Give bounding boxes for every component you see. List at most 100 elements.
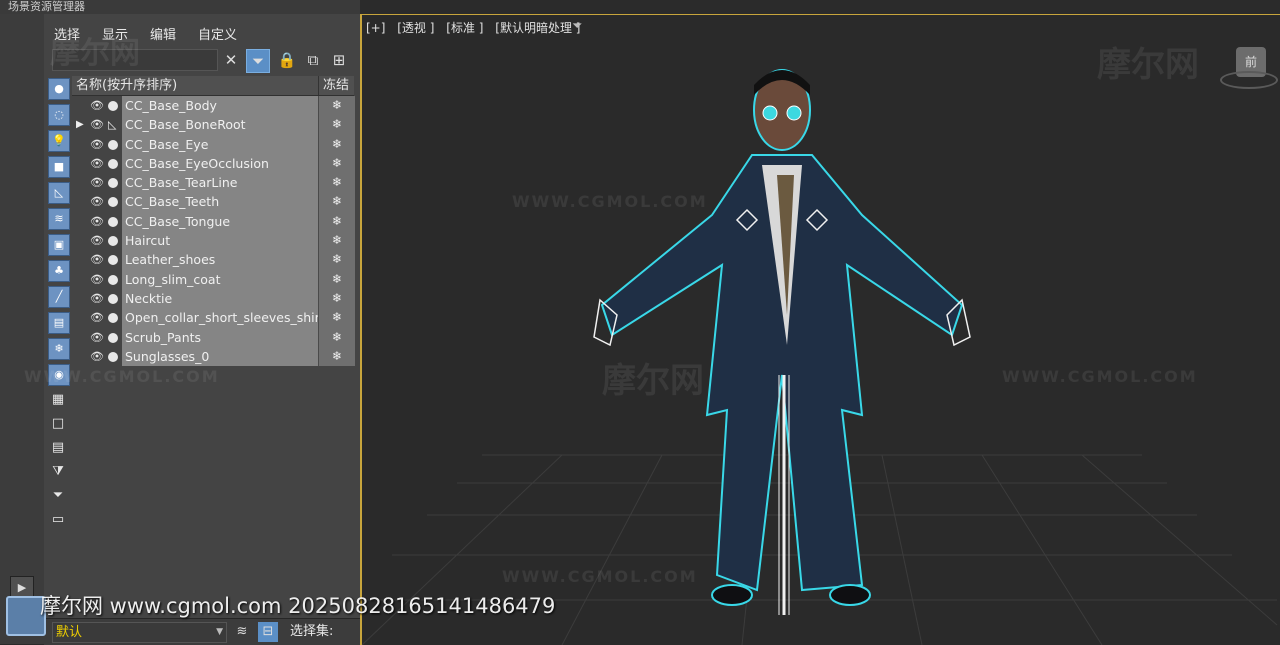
renderable-icon[interactable] xyxy=(108,351,118,362)
filter-icon[interactable]: ⏷ xyxy=(48,486,68,506)
watermark-cn: 摩尔网 xyxy=(50,36,140,71)
list-item[interactable]: 👁 CC_Base_TearLine ❄ xyxy=(72,173,355,193)
visibility-eye-icon[interactable]: 👁 xyxy=(90,135,104,154)
filter-settings-icon[interactable]: ⧩ xyxy=(48,462,68,482)
bones-filter-icon[interactable]: ╱ xyxy=(48,286,70,308)
freeze-column-header[interactable]: 冻结 xyxy=(318,76,349,95)
renderable-icon[interactable] xyxy=(108,178,118,189)
bone-icon[interactable]: ◺ xyxy=(108,115,118,131)
visibility-eye-icon[interactable]: 👁 xyxy=(90,192,104,211)
viewcube-compass-ring[interactable] xyxy=(1220,71,1278,89)
list-item[interactable]: 👁 Long_slim_coat ❄ xyxy=(72,269,355,289)
list-header: 名称(按升序排序) 冻结 xyxy=(72,76,354,96)
viewport-view-label[interactable]: [透视 ] xyxy=(397,21,434,35)
visibility-eye-icon[interactable]: 👁 xyxy=(90,347,104,366)
clear-search-icon[interactable]: ✕ xyxy=(220,49,242,71)
visibility-eye-icon[interactable]: 👁 xyxy=(90,96,104,115)
menu-customize[interactable]: 自定义 xyxy=(198,24,237,44)
shapes-filter-icon[interactable]: ◌ xyxy=(48,104,70,126)
viewport-filter-icon[interactable]: ⏷ xyxy=(572,19,582,34)
list-item[interactable]: 👁 Necktie ❄ xyxy=(72,288,355,309)
explorer-title: 场景资源管理器 xyxy=(8,0,85,13)
tag-icon[interactable]: ▭ xyxy=(48,510,68,530)
freeze-icon[interactable]: ❄ xyxy=(318,115,355,135)
menu-edit[interactable]: 编辑 xyxy=(150,24,176,44)
list-item[interactable]: 👁 CC_Base_EyeOcclusion ❄ xyxy=(72,153,355,174)
hierarchy-icon[interactable]: ⧉ xyxy=(302,49,324,71)
viewport-menu-plus[interactable]: [+] xyxy=(366,21,385,35)
renderable-icon[interactable] xyxy=(108,255,118,266)
freeze-icon[interactable]: ❄ xyxy=(318,96,355,116)
helpers-filter-icon[interactable]: ◺ xyxy=(48,182,70,204)
filter-toggle-icon[interactable]: ⏷ xyxy=(246,49,270,73)
visibility-eye-icon[interactable]: 👁 xyxy=(90,328,104,347)
visibility-eye-icon[interactable]: 👁 xyxy=(90,289,104,308)
display-all-icon[interactable]: ▦ xyxy=(48,390,68,410)
display-none-icon[interactable]: □ xyxy=(48,414,68,434)
xrefs-filter-icon[interactable]: ♣ xyxy=(48,260,70,282)
watermark-en: WWW.CGMOL.COM xyxy=(1002,367,1198,386)
freeze-icon[interactable]: ❄ xyxy=(318,250,355,270)
perspective-viewport[interactable]: [+] [透视 ] [标准 ] [默认明暗处理 ] ⏷ 前 摩尔网 WWW.CG… xyxy=(360,14,1280,645)
freeze-icon[interactable]: ❄ xyxy=(318,192,355,212)
freeze-icon[interactable]: ❄ xyxy=(318,153,355,174)
renderable-icon[interactable] xyxy=(108,139,118,150)
freeze-icon[interactable]: ❄ xyxy=(318,134,355,154)
renderable-icon[interactable] xyxy=(108,197,118,208)
freeze-icon[interactable]: ❄ xyxy=(318,346,355,367)
list-item[interactable]: 👁 Sunglasses_0 ❄ xyxy=(72,346,355,367)
filter-toolbar: ● ◌ 💡 ■ ◺ ≋ ▣ ♣ ╱ ▤ ❄ ◉ ▦ □ ▤ ⧩ ⏷ ▭ xyxy=(48,78,70,534)
visibility-eye-icon[interactable]: 👁 xyxy=(90,270,104,289)
visibility-eye-icon[interactable]: 👁 xyxy=(90,308,104,327)
renderable-icon[interactable] xyxy=(108,216,118,227)
list-item[interactable]: 👁 CC_Base_Teeth ❄ xyxy=(72,192,355,212)
visibility-eye-icon[interactable]: 👁 xyxy=(90,115,104,134)
renderable-icon[interactable] xyxy=(108,293,118,304)
renderable-icon[interactable] xyxy=(108,236,118,247)
visibility-eye-icon[interactable]: 👁 xyxy=(90,173,104,192)
containers-filter-icon[interactable]: ▤ xyxy=(48,312,70,334)
viewport-shading-label[interactable]: [默认明暗处理 ] xyxy=(495,21,580,35)
groups-filter-icon[interactable]: ▣ xyxy=(48,234,70,256)
renderable-icon[interactable] xyxy=(108,313,118,324)
list-item[interactable]: ▶ 👁 ◺ CC_Base_BoneRoot ❄ xyxy=(72,115,355,135)
freeze-icon[interactable]: ❄ xyxy=(318,231,355,251)
layer-dropdown[interactable]: 默认 ▼ xyxy=(52,622,227,643)
visibility-eye-icon[interactable]: 👁 xyxy=(90,250,104,269)
frozen-filter-icon[interactable]: ❄ xyxy=(48,338,70,360)
viewport-standard-label[interactable]: [标准 ] xyxy=(446,21,483,35)
renderable-icon[interactable] xyxy=(108,332,118,343)
visibility-eye-icon[interactable]: 👁 xyxy=(90,231,104,250)
cameras-filter-icon[interactable]: ■ xyxy=(48,156,70,178)
freeze-icon[interactable]: ❄ xyxy=(318,173,355,193)
lock-icon[interactable]: 🔒 xyxy=(276,49,298,71)
scene-explorer: 选择 显示 编辑 自定义 ✕ ⏷ 🔒 ⧉ ⊞ ● ◌ 💡 ■ ◺ ≋ ▣ ♣ ╱… xyxy=(44,14,360,644)
list-item[interactable]: 👁 Haircut ❄ xyxy=(72,231,355,251)
list-item[interactable]: 👁 Leather_shoes ❄ xyxy=(72,250,355,270)
list-item[interactable]: 👁 Open_collar_short_sleeves_shirt ❄ xyxy=(72,308,355,328)
invert-display-icon[interactable]: ▤ xyxy=(48,438,68,458)
list-item[interactable]: 👁 CC_Base_Eye ❄ xyxy=(72,134,355,154)
expand-arrow-icon[interactable]: ▶ xyxy=(76,115,84,134)
list-item[interactable]: 👁 Scrub_Pants ❄ xyxy=(72,327,355,347)
renderable-icon[interactable] xyxy=(108,101,118,111)
layer-hierarchy-icon[interactable]: ⊞ xyxy=(328,49,350,71)
freeze-icon[interactable]: ❄ xyxy=(318,308,355,328)
geometry-filter-icon[interactable]: ● xyxy=(48,78,70,100)
hierarchy-view-icon[interactable]: ⊟ xyxy=(258,622,278,642)
layers-icon[interactable]: ≋ xyxy=(232,622,252,642)
freeze-icon[interactable]: ❄ xyxy=(318,269,355,289)
freeze-icon[interactable]: ❄ xyxy=(318,211,355,232)
visibility-eye-icon[interactable]: 👁 xyxy=(90,212,104,231)
renderable-icon[interactable] xyxy=(108,274,118,285)
list-item[interactable]: 👁 CC_Base_Tongue ❄ xyxy=(72,211,355,232)
spacewarps-filter-icon[interactable]: ≋ xyxy=(48,208,70,230)
renderable-icon[interactable] xyxy=(108,158,118,169)
lights-filter-icon[interactable]: 💡 xyxy=(48,130,70,152)
list-item[interactable]: 👁 CC_Base_Body ❄ xyxy=(72,96,355,116)
freeze-icon[interactable]: ❄ xyxy=(318,288,355,309)
viewcube-label: 前 xyxy=(1244,55,1257,69)
name-column-header[interactable]: 名称(按升序排序) xyxy=(76,76,177,95)
visibility-eye-icon[interactable]: 👁 xyxy=(90,154,104,173)
freeze-icon[interactable]: ❄ xyxy=(318,327,355,347)
